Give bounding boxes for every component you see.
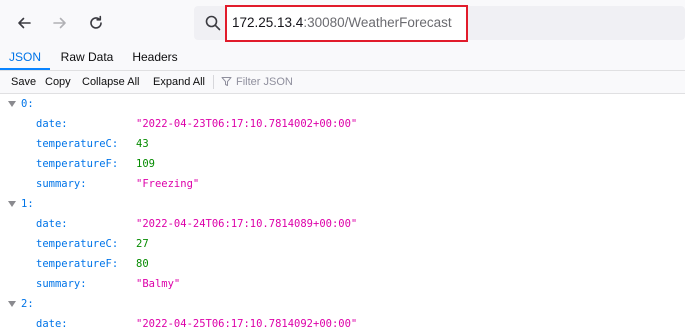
field-key: date: <box>36 318 68 330</box>
json-viewer-tabs: JSON Raw Data Headers <box>0 46 685 71</box>
tab-json[interactable]: JSON <box>0 46 50 70</box>
field-value: 43 <box>136 138 149 150</box>
tree-row[interactable]: date: "2022-04-24T06:17:10.7814089+00:00… <box>0 214 685 234</box>
url-host: 172.25.13.4 <box>232 15 304 30</box>
expand-toggle-icon[interactable] <box>8 101 16 107</box>
expand-toggle-icon[interactable] <box>8 301 16 307</box>
tree-row[interactable]: temperatureC: 27 <box>0 234 685 254</box>
forward-arrow-icon <box>53 17 66 29</box>
field-key: summary: <box>36 178 87 190</box>
tree-row[interactable]: temperatureF: 109 <box>0 154 685 174</box>
back-arrow-icon <box>18 17 31 29</box>
field-value: "2022-04-25T06:17:10.7814092+00:00" <box>136 318 358 330</box>
tree-row[interactable]: summary: "Freezing" <box>0 174 685 194</box>
array-index: 1: <box>21 198 34 210</box>
url-text[interactable]: 172.25.13.4:30080/WeatherForecast <box>232 14 452 32</box>
array-index: 0: <box>21 98 34 110</box>
browser-toolbar: 172.25.13.4:30080/WeatherForecast <box>0 0 685 46</box>
action-separator <box>213 75 214 89</box>
field-key: summary: <box>36 278 87 290</box>
back-button[interactable] <box>8 7 40 39</box>
field-value: "Balmy" <box>136 278 181 290</box>
field-key: date: <box>36 218 68 230</box>
copy-button[interactable]: Copy <box>45 71 71 93</box>
field-key: temperatureC: <box>36 238 119 250</box>
expand-toggle-icon[interactable] <box>8 201 16 207</box>
tree-row-item-2[interactable]: 2: <box>0 294 685 314</box>
field-value: 109 <box>136 158 155 170</box>
field-key: temperatureF: <box>36 158 119 170</box>
field-value: "2022-04-24T06:17:10.7814089+00:00" <box>136 218 358 230</box>
field-value: 27 <box>136 238 149 250</box>
filter-json-input[interactable]: Filter JSON <box>221 71 293 93</box>
reload-button[interactable] <box>80 7 112 39</box>
collapse-all-button[interactable]: Collapse All <box>82 71 139 93</box>
reload-icon <box>90 15 102 29</box>
url-path: :30080/WeatherForecast <box>303 15 452 30</box>
field-key: temperatureF: <box>36 258 119 270</box>
field-value: "Freezing" <box>136 178 200 190</box>
field-key: temperatureC: <box>36 138 119 150</box>
json-action-bar: Save Copy Collapse All Expand All Filter… <box>0 71 685 94</box>
filter-placeholder: Filter JSON <box>236 76 293 88</box>
tab-raw-data[interactable]: Raw Data <box>54 46 120 70</box>
forward-button[interactable] <box>44 7 76 39</box>
field-value: "2022-04-23T06:17:10.7814002+00:00" <box>136 118 358 130</box>
array-index: 2: <box>21 298 34 310</box>
filter-icon <box>221 77 232 86</box>
tree-row[interactable]: date: "2022-04-23T06:17:10.7814002+00:00… <box>0 114 685 134</box>
search-icon <box>205 15 221 31</box>
tree-row-item-1[interactable]: 1: <box>0 194 685 214</box>
tree-row[interactable]: date: "2022-04-25T06:17:10.7814092+00:00… <box>0 314 685 334</box>
tree-row[interactable]: temperatureF: 80 <box>0 254 685 274</box>
field-value: 80 <box>136 258 149 270</box>
save-button[interactable]: Save <box>11 71 36 93</box>
tree-row[interactable]: summary: "Balmy" <box>0 274 685 294</box>
tree-row[interactable]: temperatureC: 43 <box>0 134 685 154</box>
expand-all-button[interactable]: Expand All <box>153 71 205 93</box>
field-key: date: <box>36 118 68 130</box>
tab-headers[interactable]: Headers <box>124 46 186 70</box>
tree-row-item-0[interactable]: 0: <box>0 94 685 114</box>
